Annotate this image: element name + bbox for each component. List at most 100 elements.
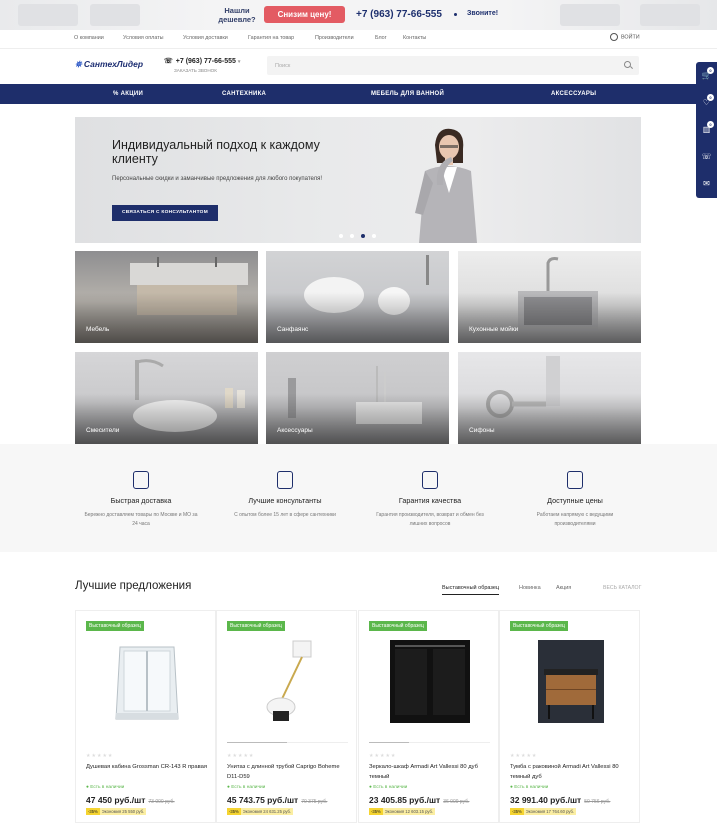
nav-item-accessories[interactable]: АКСЕССУАРЫ: [551, 84, 596, 104]
feature-desc: Бережно доставляем товары по Москве и МО…: [84, 512, 198, 527]
tab-new[interactable]: Новинка: [519, 585, 541, 591]
rail-callback[interactable]: ☏: [696, 143, 717, 170]
category-tile-furniture[interactable]: Мебель: [75, 251, 258, 343]
product-image: [266, 640, 312, 721]
promo-dot: [454, 13, 457, 16]
feature-desc: Гарантия производителя, возврат и обмен …: [376, 512, 484, 527]
divider: [0, 48, 717, 49]
discount: -35% Экономия 25 550 руб.: [86, 808, 147, 815]
discount: -35% Экономия 17 764.60 руб.: [510, 808, 577, 815]
rating-stars: ★★★★★: [86, 753, 114, 759]
feature-desc: С опытом более 15 лет в сфере сантехники: [234, 512, 336, 518]
category-tile-sinks[interactable]: Кухонные мойки: [458, 251, 641, 343]
percent-icon: %: [113, 91, 121, 97]
product-price: 47 450 руб./шт 73 000 руб.: [86, 795, 175, 805]
nav-label-sales: АКЦИИ: [120, 91, 144, 97]
logo[interactable]: ⛯ СантехЛидер: [75, 59, 143, 70]
category-tile-accessories[interactable]: Аксессуары: [266, 352, 449, 444]
category-label-mixers: Смесители: [86, 427, 120, 434]
category-label-siphons: Сифоны: [469, 427, 495, 434]
promo-phone[interactable]: +7 (963) 77-66-555: [356, 9, 442, 20]
top-link-delivery[interactable]: Условия доставки: [183, 35, 228, 41]
price-value: 32 991.40 руб./шт: [510, 795, 582, 805]
best-offers-title: Лучшие предложения: [75, 580, 192, 592]
product-price: 32 991.40 руб./шт 50 756 руб.: [510, 795, 610, 805]
stock-status: ● Есть в наличии: [369, 785, 408, 790]
promo-deco-right: [560, 4, 620, 26]
mail-icon: ✉: [703, 179, 710, 188]
rail-mail[interactable]: ✉: [696, 170, 717, 197]
nav-item-bathroom-furniture[interactable]: МЕБЕЛЬ ДЛЯ ВАННОЙ: [371, 84, 444, 104]
top-link-contacts[interactable]: Контакты: [403, 35, 426, 41]
product-card[interactable]: Выставочный образец ★★★★★ Тумба с ракови…: [499, 610, 640, 823]
top-link-blog[interactable]: Блог: [375, 35, 387, 41]
features-section: Быстрая доставка Бережно доставляем това…: [0, 444, 717, 552]
promo-button[interactable]: Снизим цену!: [264, 6, 345, 23]
tab-showcase[interactable]: Выставочный образец: [442, 585, 500, 595]
discount-percent: -35%: [369, 808, 383, 815]
hero-cta-button[interactable]: СВЯЗАТЬСЯ С КОНСУЛЬТАНТОМ: [112, 205, 218, 221]
image-scrollbar[interactable]: [227, 742, 348, 743]
search-input[interactable]: [267, 56, 639, 75]
promo-question: Нашли дешевле?: [218, 6, 256, 24]
rail-favorites[interactable]: ♡ 0: [696, 89, 717, 116]
rating-stars: ★★★★★: [369, 753, 397, 759]
hero-subtitle: Персональные скидки и заманчивые предлож…: [112, 176, 323, 182]
top-link-about[interactable]: О компании: [74, 35, 104, 41]
product-name[interactable]: Душевая кабина Grossman CR-143 R правая: [86, 762, 211, 772]
feature-prices: Доступные цены Работаем напрямую с ведущ…: [500, 471, 650, 529]
promo-deco-right-2: [640, 4, 700, 26]
category-label-furniture: Мебель: [86, 326, 110, 333]
product-name[interactable]: Тумба с раковиной Armadi Art Vallessi 80…: [510, 762, 635, 782]
certificate-icon: [422, 471, 438, 489]
phone-icon: ☏: [164, 58, 173, 65]
slider-dot-3[interactable]: [361, 234, 365, 238]
feature-desc: Работаем напрямую с ведущими производите…: [536, 512, 614, 527]
hero-slider-dots: [339, 225, 383, 243]
header-phone[interactable]: ☏ +7 (963) 77-66-555 ▾: [164, 57, 240, 65]
discount-savings: Экономия 24 631.25 руб.: [240, 808, 294, 815]
feature-delivery: Быстрая доставка Бережно доставляем това…: [66, 471, 216, 529]
promo-deco-left-2: [90, 4, 140, 26]
discount-savings: Экономия 25 550 руб.: [99, 808, 147, 815]
top-link-warranty[interactable]: Гарантия на товар: [248, 35, 294, 41]
category-tile-siphons[interactable]: Сифоны: [458, 352, 641, 444]
search-icon[interactable]: [624, 61, 631, 68]
category-tile-mixers[interactable]: Смесители: [75, 352, 258, 444]
slider-dot-4[interactable]: [372, 234, 376, 238]
stock-label: Есть в наличии: [514, 785, 549, 790]
login-link[interactable]: ВОЙТИ: [610, 33, 640, 41]
product-card[interactable]: Выставочный образец ★★★★★ Душевая кабина…: [75, 610, 216, 823]
nav-item-plumbing[interactable]: САНТЕХНИКА: [222, 84, 266, 104]
category-label-accessories: Аксессуары: [277, 427, 313, 434]
product-name[interactable]: Зеркало-шкаф Armadi Art Vallessi 80 дуб …: [369, 762, 494, 782]
tab-sale[interactable]: Акция: [556, 585, 571, 591]
rail-compare-count: 0: [707, 121, 714, 128]
feature-consultants: Лучшие консультанты С опытом более 15 ле…: [210, 471, 360, 520]
product-card[interactable]: Выставочный образец ★★★★★ Зеркало-шкаф A…: [358, 610, 499, 823]
stock-label: Есть в наличии: [373, 785, 408, 790]
old-price: 70 375 руб.: [301, 799, 328, 805]
product-badge: Выставочный образец: [227, 621, 285, 631]
top-link-manufacturers[interactable]: Производители: [315, 35, 354, 41]
slider-dot-1[interactable]: [339, 234, 343, 238]
consultant-icon: [277, 471, 293, 489]
rail-cart[interactable]: 🛒 0: [696, 62, 717, 89]
product-name[interactable]: Унитаз с длинной трубой Caprigo Boheme D…: [227, 762, 352, 782]
top-link-payment[interactable]: Условия оплаты: [123, 35, 164, 41]
stock-label: Есть в наличии: [90, 785, 125, 790]
nav-item-sales[interactable]: % АКЦИИ: [113, 84, 143, 104]
discount-savings: Экономия 12 603.15 руб.: [382, 808, 436, 815]
chevron-down-icon: ▾: [237, 59, 241, 65]
feature-quality: Гарантия качества Гарантия производителя…: [355, 471, 505, 529]
product-card[interactable]: Выставочный образец ★★★★★ Унитаз с длинн…: [216, 610, 357, 823]
rail-favorites-count: 0: [707, 94, 714, 101]
callback-link[interactable]: Заказать звонок: [174, 68, 217, 73]
image-scrollbar[interactable]: [369, 742, 490, 743]
slider-dot-2[interactable]: [350, 234, 354, 238]
all-catalog-link[interactable]: ВЕСЬ КАТАЛОГ: [603, 585, 641, 591]
rail-compare[interactable]: ▥ 0: [696, 116, 717, 143]
product-image: [390, 640, 470, 723]
category-tile-sanitary[interactable]: Санфаянс: [266, 251, 449, 343]
price-value: 47 450 руб./шт: [86, 795, 146, 805]
